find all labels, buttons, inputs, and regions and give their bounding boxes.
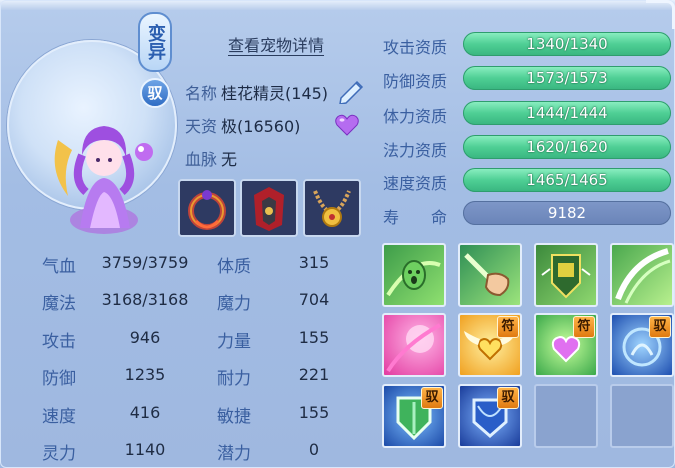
variant-badge: 变异 xyxy=(138,12,172,72)
aptitude-label-mana: 法力资质 xyxy=(383,141,448,160)
attr-value-endurance: 221 xyxy=(298,365,330,384)
skill-slot-7[interactable]: 符 xyxy=(534,313,598,377)
attr-value-potential: 0 xyxy=(308,440,320,459)
attr-label-endurance: 耐力 xyxy=(217,369,251,389)
talent-value: 极(16560) xyxy=(221,117,301,136)
attr-label-agility: 敏捷 xyxy=(217,407,251,427)
stat-value-hp: 3759/3759 xyxy=(101,253,189,272)
stat-value-attack: 946 xyxy=(129,328,161,347)
ride-badge: 驭 xyxy=(140,78,170,108)
skill-slot-4[interactable] xyxy=(610,243,674,307)
stat-label-attack: 攻击 xyxy=(42,332,76,352)
attr-label-potential: 潜力 xyxy=(217,444,251,464)
heart-icon[interactable] xyxy=(335,114,359,136)
ghost-skill-icon xyxy=(386,260,441,297)
hand-skill-icon xyxy=(464,253,510,297)
aptitude-label-speed: 速度资质 xyxy=(383,174,448,193)
lifespan-label-a: 寿 xyxy=(383,208,400,227)
bloodline-row: 血脉无 xyxy=(185,146,237,170)
attr-value-agility: 155 xyxy=(298,403,330,422)
attr-label-strength: 力量 xyxy=(217,332,251,352)
stat-value-spirit: 1140 xyxy=(124,440,166,459)
rename-pencil-icon[interactable] xyxy=(337,78,367,104)
aptitude-label-attack: 攻击资质 xyxy=(383,38,448,57)
talent-row: 天资 极(16560) xyxy=(185,113,300,137)
necklace-icon xyxy=(305,181,359,235)
lifespan-bar: 9182 xyxy=(463,201,671,225)
aptitude-bar-attack: 1340/1340 xyxy=(463,32,671,56)
skill-slot-9[interactable]: 驭 xyxy=(382,384,446,448)
skill-slot-1[interactable] xyxy=(382,243,446,307)
bloodline-label: 血脉 xyxy=(185,150,218,169)
ride-tag: 驭 xyxy=(421,387,443,409)
equip-slot-necklace[interactable] xyxy=(303,179,361,237)
aptitude-bar-speed: 1465/1465 xyxy=(463,168,671,192)
stat-value-mp: 3168/3168 xyxy=(101,290,189,309)
lifespan-label-b: 命 xyxy=(431,208,448,227)
armor-icon xyxy=(242,181,296,235)
slash-skill-icon xyxy=(615,248,671,304)
ride-tag: 驭 xyxy=(649,316,671,338)
ride-tag: 驭 xyxy=(497,387,519,409)
attr-value-magic: 704 xyxy=(298,290,330,309)
name-label: 名称 xyxy=(185,84,218,103)
pet-sprite-icon xyxy=(54,126,153,234)
stat-label-mp: 魔法 xyxy=(42,294,76,314)
stat-value-speed: 416 xyxy=(129,403,161,422)
stat-label-speed: 速度 xyxy=(42,407,76,427)
aptitude-label-stamina: 体力资质 xyxy=(383,107,448,126)
talisman-tag: 符 xyxy=(497,316,519,338)
skill-slot-2[interactable] xyxy=(458,243,522,307)
shield-skill-icon xyxy=(541,254,591,299)
attr-label-constitution: 体质 xyxy=(217,257,251,277)
equip-slot-collar[interactable] xyxy=(178,179,236,237)
skill-slot-6[interactable]: 符 xyxy=(458,313,522,377)
stat-label-defense: 防御 xyxy=(42,369,76,389)
attr-label-magic: 魔力 xyxy=(217,294,251,314)
name-value: 桂花精灵(145) xyxy=(221,84,329,103)
bloodline-value: 无 xyxy=(221,150,238,169)
aptitude-bar-stamina: 1444/1444 xyxy=(463,101,671,125)
aptitude-bar-defense: 1573/1573 xyxy=(463,66,671,90)
aptitude-label-defense: 防御资质 xyxy=(383,72,448,91)
collar-icon xyxy=(180,181,234,235)
skill-slot-11-empty[interactable] xyxy=(534,384,598,448)
equip-slot-armor[interactable] xyxy=(240,179,298,237)
lifespan-label: 寿命 xyxy=(383,204,447,228)
skill-slot-3[interactable] xyxy=(534,243,598,307)
stat-value-defense: 1235 xyxy=(124,365,166,384)
attr-value-strength: 155 xyxy=(298,328,330,347)
stat-label-spirit: 灵力 xyxy=(42,444,76,464)
aptitude-bar-mana: 1620/1620 xyxy=(463,135,671,159)
petal-skill-icon xyxy=(386,323,441,373)
corner-ornament xyxy=(646,0,675,29)
attr-value-constitution: 315 xyxy=(298,253,330,272)
talisman-tag: 符 xyxy=(573,316,595,338)
skill-slot-5[interactable] xyxy=(382,313,446,377)
skill-slot-8[interactable]: 驭 xyxy=(610,313,674,377)
skill-slot-10[interactable]: 驭 xyxy=(458,384,522,448)
talent-label: 天资 xyxy=(185,117,218,136)
skill-slot-12-empty[interactable] xyxy=(610,384,674,448)
pet-name-row: 名称 桂花精灵(145) xyxy=(185,80,328,104)
view-pet-details-link[interactable]: 查看宠物详情 xyxy=(228,32,324,56)
stat-label-hp: 气血 xyxy=(42,257,76,277)
